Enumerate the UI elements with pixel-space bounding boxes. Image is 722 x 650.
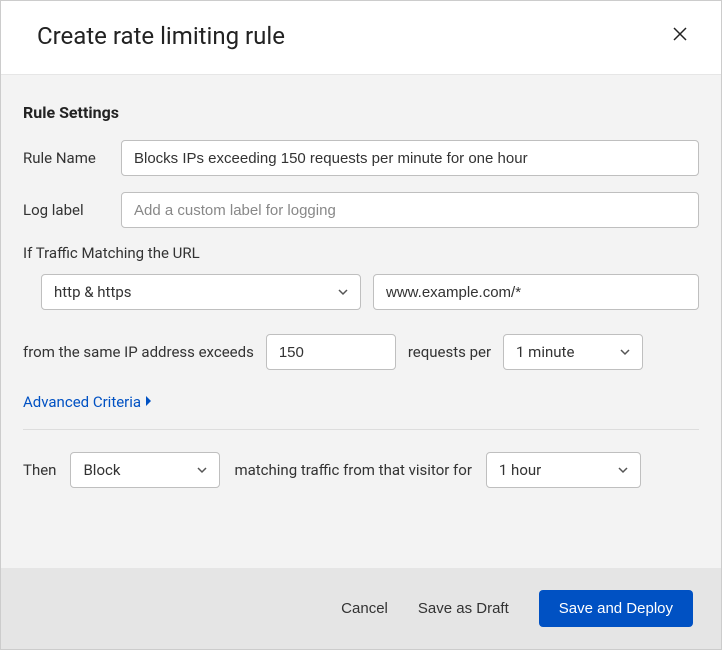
- threshold-row: from the same IP address exceeds request…: [23, 334, 699, 370]
- advanced-criteria-label: Advanced Criteria: [23, 393, 141, 411]
- close-button[interactable]: [667, 21, 693, 50]
- action-mid-text: matching traffic from that visitor for: [234, 461, 471, 479]
- period-select[interactable]: 1 minute: [503, 334, 643, 370]
- divider: [23, 429, 699, 430]
- duration-select-value: 1 hour: [499, 461, 541, 479]
- duration-select[interactable]: 1 hour: [486, 452, 641, 488]
- traffic-matching-label: If Traffic Matching the URL: [23, 244, 699, 262]
- period-select-value: 1 minute: [516, 343, 574, 361]
- action-row: Then Block matching traffic from that vi…: [23, 452, 699, 488]
- log-label-label: Log label: [23, 201, 111, 219]
- threshold-prefix-text: from the same IP address exceeds: [23, 343, 254, 361]
- then-label: Then: [23, 461, 56, 479]
- scheme-select[interactable]: http & https: [41, 274, 361, 310]
- dialog-title: Create rate limiting rule: [37, 22, 285, 50]
- log-label-input[interactable]: [121, 192, 699, 228]
- url-match-row: http & https: [23, 274, 699, 310]
- dialog-header: Create rate limiting rule: [1, 1, 721, 75]
- chevron-right-icon: [145, 393, 153, 411]
- cancel-button[interactable]: Cancel: [341, 600, 388, 617]
- create-rate-limit-dialog: Create rate limiting rule Rule Settings …: [0, 0, 722, 650]
- chevron-down-icon: [338, 287, 348, 297]
- rule-name-label: Rule Name: [23, 149, 111, 167]
- threshold-mid-text: requests per: [408, 343, 491, 361]
- save-draft-button[interactable]: Save as Draft: [418, 600, 509, 617]
- chevron-down-icon: [620, 347, 630, 357]
- advanced-criteria-link[interactable]: Advanced Criteria: [23, 393, 153, 411]
- close-icon: [671, 25, 689, 46]
- chevron-down-icon: [618, 465, 628, 475]
- action-select-value: Block: [83, 461, 120, 479]
- rule-settings-heading: Rule Settings: [23, 103, 699, 122]
- save-deploy-button[interactable]: Save and Deploy: [539, 590, 693, 627]
- rule-name-input[interactable]: [121, 140, 699, 176]
- request-count-input[interactable]: [266, 334, 396, 370]
- log-label-row: Log label: [23, 192, 699, 228]
- chevron-down-icon: [197, 465, 207, 475]
- scheme-select-value: http & https: [54, 283, 132, 301]
- rule-name-row: Rule Name: [23, 140, 699, 176]
- dialog-footer: Cancel Save as Draft Save and Deploy: [1, 568, 721, 649]
- action-select[interactable]: Block: [70, 452, 220, 488]
- dialog-body: Rule Settings Rule Name Log label If Tra…: [1, 75, 721, 568]
- url-pattern-input[interactable]: [373, 274, 699, 310]
